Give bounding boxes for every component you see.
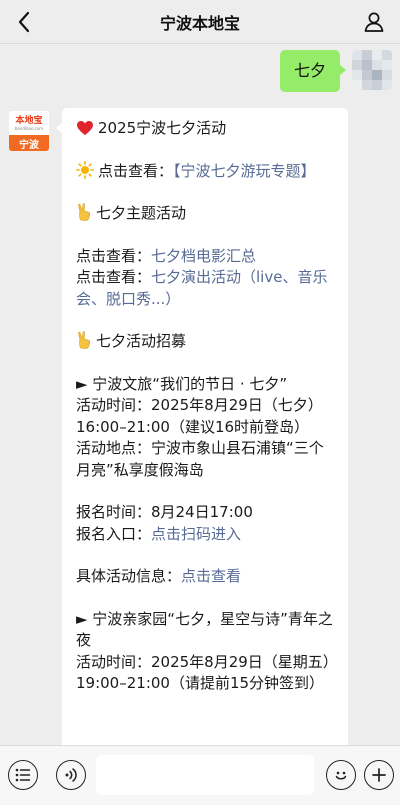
- show-line: 点击查看：七夕演出活动（live、音乐会、脱口秀...）: [76, 268, 328, 308]
- emoji-icon: [335, 771, 347, 780]
- menu-list-icon: [15, 768, 31, 782]
- heart-icon: [77, 121, 93, 135]
- event1-time: 活动时间：2025年8月29日（七夕）16:00–21:00（建议16时前登岛）: [76, 396, 323, 436]
- back-button[interactable]: [8, 6, 40, 38]
- plus-icon: [372, 768, 386, 782]
- plus-button[interactable]: [364, 760, 394, 790]
- chat-title: 宁波本地宝: [159, 13, 240, 33]
- info-link[interactable]: 点击查看: [181, 567, 241, 585]
- movie-link[interactable]: 七夕档电影汇总: [151, 247, 256, 265]
- person-icon: [364, 12, 384, 32]
- incoming-message: 2025宁波七夕活动 点击查看：【宁波七夕游玩专题】 七夕主题活动 点击查看：七…: [56, 108, 348, 745]
- sender-logo: 本地宝 bendibao.com: [9, 111, 49, 135]
- profile-button[interactable]: [360, 8, 388, 36]
- sender-city-label: 宁波: [9, 135, 49, 151]
- event2-time: 活动时间：2025年8月29日（星期五）19:00–21:00（请提前15分钟签…: [76, 652, 331, 693]
- input-bar: [0, 745, 400, 805]
- chat-area[interactable]: 七夕 本地宝 bendibao.com 宁波 2025宁波七夕活动 点击查看：【…: [0, 44, 400, 745]
- outgoing-bubble[interactable]: 七夕: [279, 50, 347, 92]
- menu-button[interactable]: [8, 760, 38, 790]
- event1-title: ► 宁波文旅“我们的节日 · 七夕”: [76, 374, 288, 393]
- event1-info-line: 具体活动信息：点击查看: [76, 567, 242, 585]
- chat-header: 宁波本地宝: [0, 0, 400, 44]
- outgoing-text: 七夕: [293, 61, 326, 80]
- victory-hand-icon: [78, 203, 91, 221]
- signup-link[interactable]: 点击扫码进入: [151, 525, 241, 543]
- chevron-left-icon: [18, 11, 30, 33]
- message-input[interactable]: [96, 755, 314, 795]
- sender-avatar[interactable]: 本地宝 bendibao.com 宁波: [8, 110, 50, 152]
- victory-hand-icon: [78, 331, 91, 349]
- topic-link[interactable]: 【宁波七夕游玩专题】: [173, 162, 316, 180]
- voice-icon: [65, 768, 77, 782]
- voice-button[interactable]: [56, 760, 86, 790]
- movie-line: 点击查看：七夕档电影汇总: [76, 246, 257, 265]
- section-recruit-title: 七夕活动招募: [76, 331, 336, 353]
- event2-title: ► 宁波亲家园“七夕，星空与诗”青年之夜: [76, 609, 333, 650]
- sun-icon: [76, 160, 94, 179]
- event1-signup-line: 报名入口：点击扫码进入: [76, 524, 242, 543]
- user-avatar[interactable]: [352, 50, 392, 90]
- event1-signup-time: 报名时间：8月24日17:00: [76, 503, 253, 521]
- event1-place: 活动地点：宁波市象山县石浦镇“三个月亮”私享度假海岛: [76, 439, 324, 479]
- topic-line: 点击查看：【宁波七夕游玩专题】: [76, 160, 336, 183]
- outgoing-message: 七夕: [279, 50, 392, 92]
- emoji-button[interactable]: [326, 760, 356, 790]
- message-title: 2025宁波七夕活动: [76, 118, 336, 140]
- section-theme-title: 七夕主题活动: [76, 203, 336, 225]
